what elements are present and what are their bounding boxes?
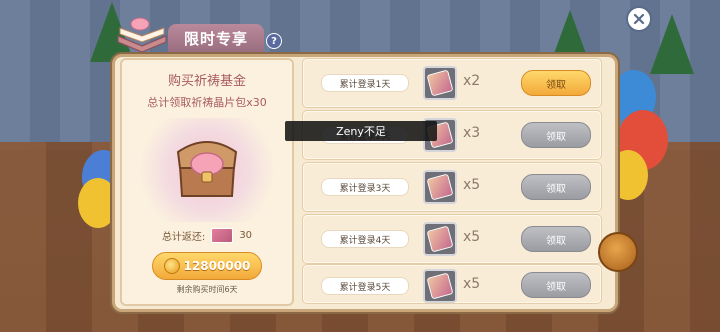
- claim-button[interactable]: 领取: [521, 174, 591, 200]
- prayer-fund-card: 购买祈祷基金 总计领取祈祷晶片包x30 总计返还: 30 12800000 剩余…: [120, 58, 294, 306]
- close-button[interactable]: [626, 6, 652, 32]
- rebate-value: 30: [239, 230, 253, 241]
- reward-quantity: x5: [463, 229, 481, 245]
- toast-message: Zeny不足: [285, 121, 437, 141]
- prayer-crystal-pack-icon: [426, 272, 454, 300]
- prayer-crystal-pack-icon: [426, 225, 454, 253]
- fund-subtitle: 总计领取祈祷晶片包x30: [147, 96, 267, 109]
- reward-item-slot[interactable]: [423, 170, 457, 204]
- book-icon: [117, 17, 167, 53]
- remaining-time: 剩余购买时间6天: [176, 285, 238, 294]
- chest-display: [134, 118, 280, 222]
- page-title: 限时专享: [168, 24, 264, 52]
- claim-button[interactable]: 领取: [521, 226, 591, 252]
- reward-item-slot[interactable]: [423, 66, 457, 100]
- rebate-label: 总计返还:: [161, 232, 206, 243]
- reward-item-slot[interactable]: [423, 222, 457, 256]
- reward-quantity: x3: [463, 125, 481, 141]
- fund-title: 购买祈祷基金: [167, 74, 246, 89]
- claim-button[interactable]: 领取: [521, 122, 591, 148]
- login-day-label: 累计登录1天: [321, 74, 409, 92]
- buy-fund-button[interactable]: 12800000: [152, 252, 262, 280]
- reward-quantity: x5: [463, 177, 481, 193]
- reward-row: 累计登录1天 x2 领取: [302, 58, 602, 108]
- rebate-summary: 总计返还: 30: [122, 228, 292, 243]
- claim-button[interactable]: 领取: [521, 70, 591, 96]
- login-day-label: 累计登录5天: [321, 277, 409, 295]
- reward-row: 累计登录3天 x5 领取: [302, 162, 602, 212]
- help-icon[interactable]: ?: [266, 33, 282, 49]
- close-icon: [633, 13, 645, 25]
- reward-row: 累计登录5天 x5 领取: [302, 264, 602, 304]
- zeny-coin-icon: [163, 258, 180, 274]
- prayer-crystal-pack-icon: [426, 69, 454, 97]
- login-day-label: 累计登录3天: [321, 178, 409, 196]
- login-day-label: 累计登录4天: [321, 230, 409, 248]
- reward-quantity: x5: [463, 276, 481, 292]
- treasure-chest-icon: [176, 141, 238, 197]
- prayer-crystal-pack-icon: [426, 173, 454, 201]
- christmas-tree: [650, 14, 694, 74]
- reward-row: 累计登录4天 x5 领取: [302, 214, 602, 264]
- claim-button[interactable]: 领取: [521, 272, 591, 298]
- reward-item-slot[interactable]: [423, 269, 457, 303]
- buy-price: 12800000: [183, 259, 251, 273]
- prayer-crystal-pack-icon: [211, 228, 234, 243]
- reward-quantity: x2: [463, 73, 481, 89]
- wax-seal-icon: [598, 232, 638, 272]
